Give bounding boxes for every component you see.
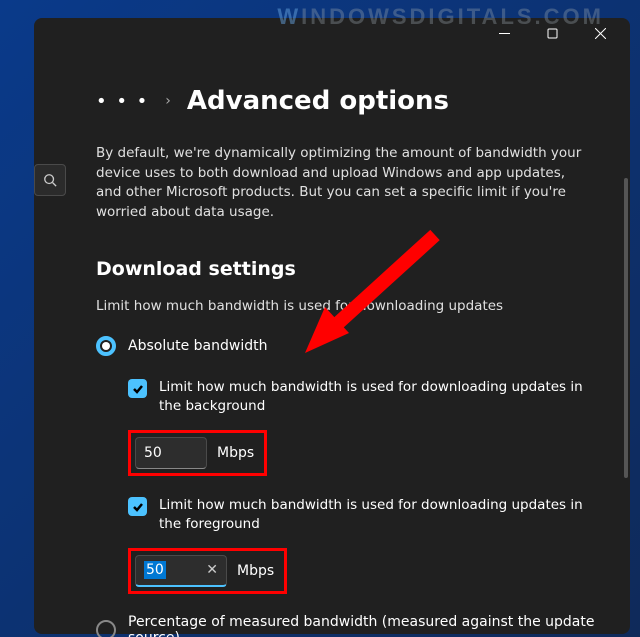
left-rail xyxy=(34,48,68,637)
checkbox-icon xyxy=(128,497,147,516)
radio-label: Percentage of measured bandwidth (measur… xyxy=(128,614,602,637)
main-content: • • • › Advanced options By default, we'… xyxy=(68,48,630,637)
settings-window: • • • › Advanced options By default, we'… xyxy=(34,18,630,634)
scrollbar[interactable] xyxy=(624,178,628,478)
search-button[interactable] xyxy=(34,164,66,196)
checkbox-label: Limit how much bandwidth is used for dow… xyxy=(159,496,599,534)
section-subtext: Limit how much bandwidth is used for dow… xyxy=(96,298,602,314)
titlebar xyxy=(34,18,630,48)
section-heading: Download settings xyxy=(96,258,602,280)
radio-icon xyxy=(96,620,116,637)
highlight-box-background: Mbps xyxy=(128,430,267,476)
checkbox-icon xyxy=(128,379,147,398)
checkbox-foreground-limit[interactable]: Limit how much bandwidth is used for dow… xyxy=(128,496,602,534)
checkbox-label: Limit how much bandwidth is used for dow… xyxy=(159,378,599,416)
chevron-right-icon: › xyxy=(165,93,171,109)
clear-input-icon[interactable]: ✕ xyxy=(202,562,222,578)
radio-percentage-bandwidth[interactable]: Percentage of measured bandwidth (measur… xyxy=(96,614,602,637)
checkbox-background-limit[interactable]: Limit how much bandwidth is used for dow… xyxy=(128,378,602,416)
minimize-button[interactable] xyxy=(482,18,526,48)
unit-label: Mbps xyxy=(217,445,254,461)
radio-label: Absolute bandwidth xyxy=(128,338,267,354)
page-title: Advanced options xyxy=(187,86,449,116)
close-button[interactable] xyxy=(578,18,622,48)
unit-label: Mbps xyxy=(237,563,274,579)
highlight-box-foreground: 50 ✕ Mbps xyxy=(128,548,287,594)
breadcrumb: • • • › Advanced options xyxy=(96,86,602,116)
input-value-selected: 50 xyxy=(144,561,166,579)
breadcrumb-ellipsis[interactable]: • • • xyxy=(96,91,149,112)
maximize-button[interactable] xyxy=(530,18,574,48)
foreground-bandwidth-input[interactable]: 50 ✕ xyxy=(135,555,227,587)
background-bandwidth-input[interactable] xyxy=(135,437,207,469)
radio-absolute-bandwidth[interactable]: Absolute bandwidth xyxy=(96,336,602,356)
radio-icon xyxy=(96,336,116,356)
search-icon xyxy=(43,173,57,187)
page-description: By default, we're dynamically optimizing… xyxy=(96,144,586,222)
